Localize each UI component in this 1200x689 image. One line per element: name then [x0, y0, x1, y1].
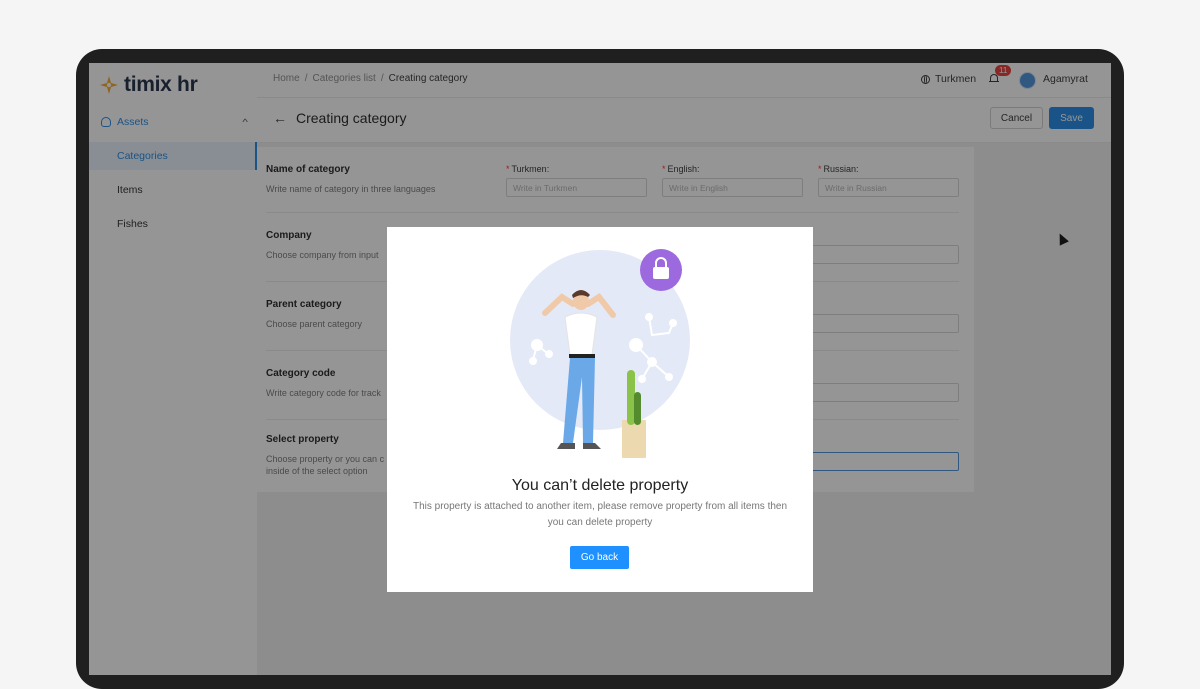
modal-title: You can’t delete property — [511, 477, 689, 494]
locked-person-illustration — [510, 249, 690, 458]
error-modal: You can’t delete property This property … — [387, 227, 813, 592]
modal-message: This property is attached to another ite… — [412, 501, 788, 528]
go-back-button[interactable]: Go back — [570, 546, 629, 569]
